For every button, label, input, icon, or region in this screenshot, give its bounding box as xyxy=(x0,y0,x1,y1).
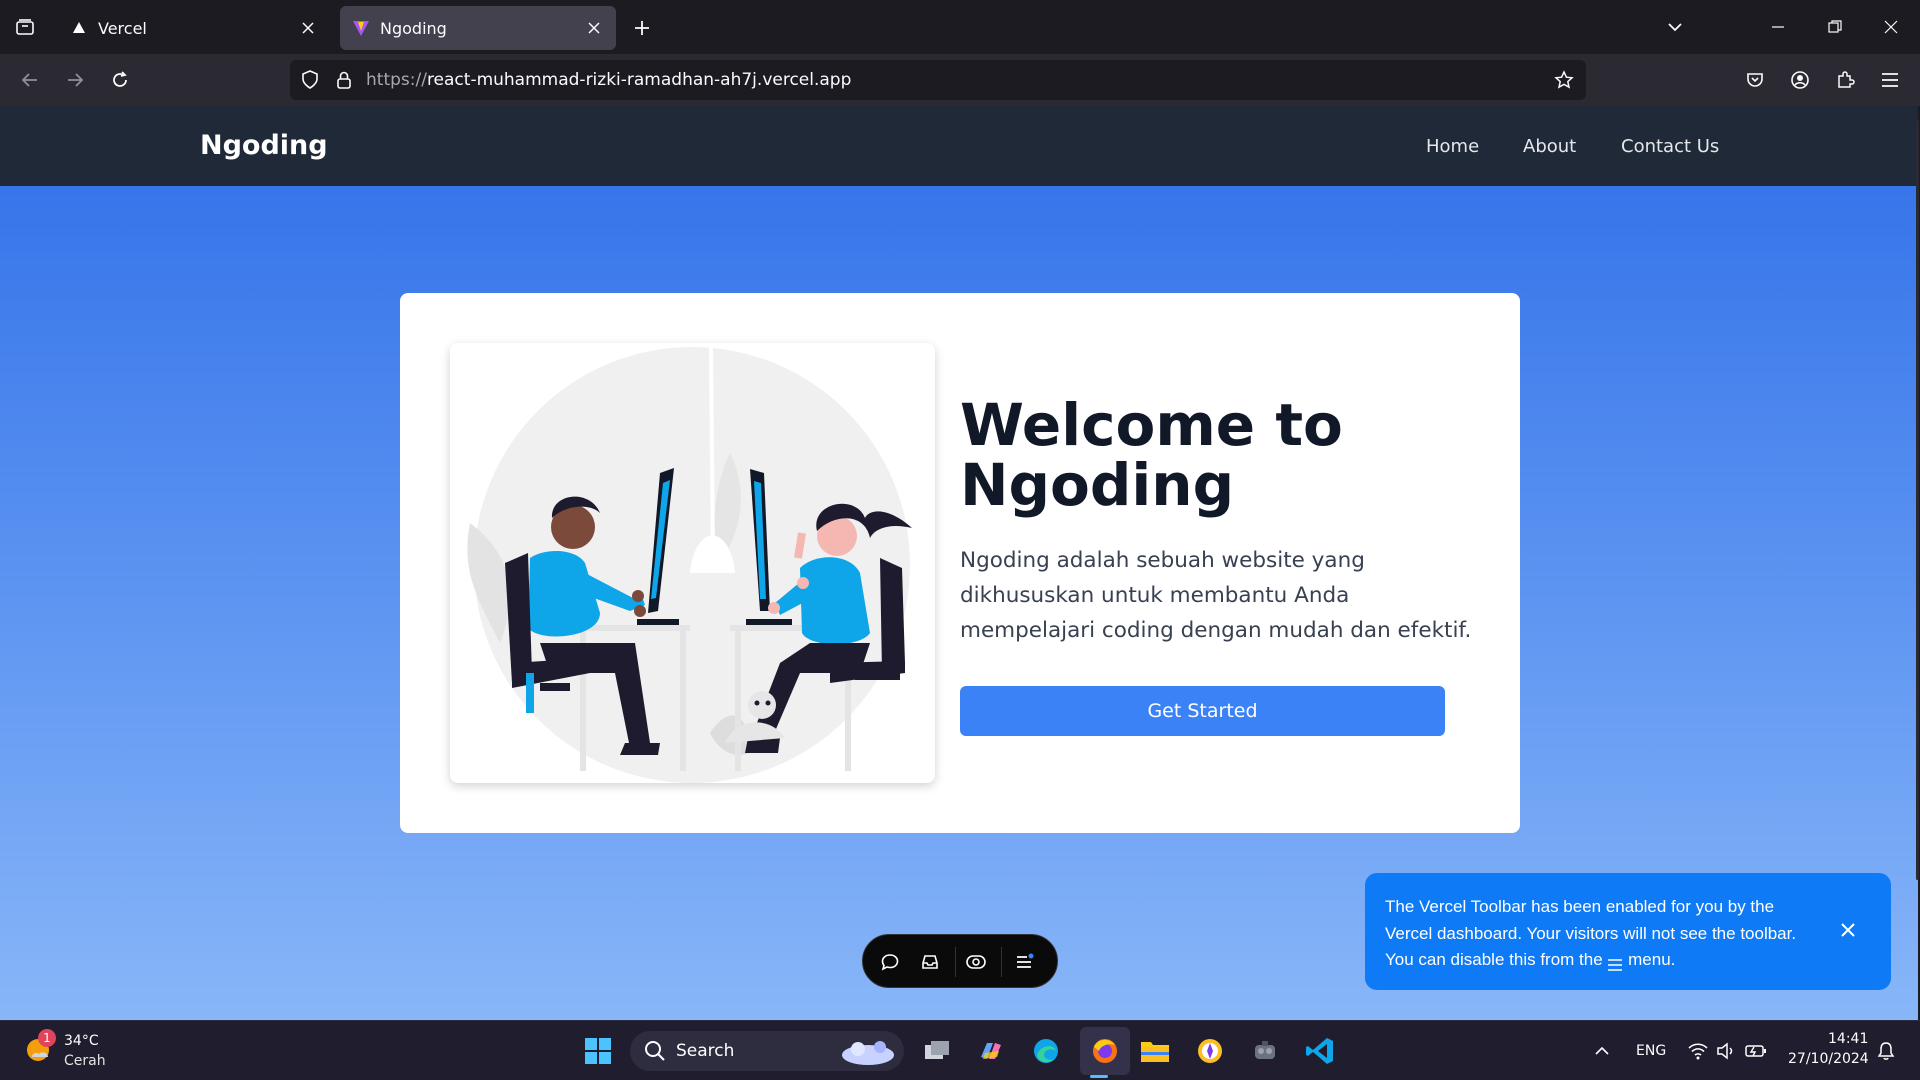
nav-link-home[interactable]: Home xyxy=(1426,136,1479,157)
clock-date[interactable]: 27/10/2024 xyxy=(1788,1051,1869,1067)
reload-icon[interactable] xyxy=(104,64,136,96)
tab-vercel[interactable]: Vercel xyxy=(58,6,330,50)
weather-condition: Cerah xyxy=(64,1053,106,1069)
vercel-toolbar-toast: The Vercel Toolbar has been enabled for … xyxy=(1365,873,1891,990)
tab-ngoding[interactable]: Ngoding xyxy=(340,6,616,50)
task-view-icon[interactable] xyxy=(917,1031,957,1071)
inbox-icon[interactable] xyxy=(915,947,945,977)
account-icon[interactable] xyxy=(1784,64,1816,96)
nav-link-contact[interactable]: Contact Us xyxy=(1621,136,1719,157)
url-text[interactable]: https://react-muhammad-rizki-ramadhan-ah… xyxy=(366,70,851,90)
firefox-active-indicator xyxy=(1090,1075,1108,1078)
shield-icon[interactable] xyxy=(298,68,322,92)
vercel-logo-icon xyxy=(70,19,88,37)
site-navbar: Ngoding Home About Contact Us xyxy=(0,106,1918,186)
close-tab-icon[interactable] xyxy=(298,18,318,38)
toast-close-icon[interactable] xyxy=(1835,917,1861,943)
back-arrow-icon[interactable] xyxy=(14,64,46,96)
vite-logo-icon xyxy=(352,19,370,37)
page-viewport: Ngoding Home About Contact Us Welcome to… xyxy=(0,106,1918,1021)
hero-card: Welcome to Ngoding Ngoding adalah sebuah… xyxy=(400,293,1520,833)
windows-start-icon[interactable] xyxy=(578,1031,618,1071)
menu-lines-icon xyxy=(1607,954,1623,971)
tor-browser-icon[interactable] xyxy=(1190,1031,1230,1071)
weather-alert-badge: 1 xyxy=(38,1029,56,1047)
browser-nav-bar: https://react-muhammad-rizki-ramadhan-ah… xyxy=(0,54,1920,106)
show-hidden-icons-chevron[interactable] xyxy=(1582,1031,1622,1071)
get-started-button[interactable]: Get Started xyxy=(960,686,1445,736)
pocket-icon[interactable] xyxy=(1739,64,1771,96)
restore-icon[interactable] xyxy=(1820,12,1850,42)
taskbar-search[interactable]: Search xyxy=(630,1031,904,1071)
comment-icon[interactable] xyxy=(875,947,905,977)
close-window-icon[interactable] xyxy=(1876,12,1906,42)
clock-time[interactable]: 14:41 xyxy=(1828,1031,1868,1047)
tab-title: Vercel xyxy=(98,18,147,38)
page-scrollbar[interactable] xyxy=(1916,120,1919,880)
firefox-icon[interactable] xyxy=(1085,1031,1125,1071)
tab-title: Ngoding xyxy=(380,18,447,38)
copilot-icon[interactable] xyxy=(971,1031,1011,1071)
weather-temperature: 34°C xyxy=(64,1033,99,1049)
close-tab-icon[interactable] xyxy=(584,18,604,38)
hamburger-menu-icon[interactable] xyxy=(1874,64,1906,96)
forward-arrow-icon[interactable] xyxy=(59,64,91,96)
minimize-icon[interactable] xyxy=(1763,12,1793,42)
notification-bell-icon[interactable] xyxy=(1866,1031,1906,1071)
hero-description: Ngoding adalah sebuah website yang dikhu… xyxy=(960,548,1472,643)
search-icon xyxy=(644,1040,666,1066)
vscode-icon[interactable] xyxy=(1300,1031,1340,1071)
game-app-icon[interactable] xyxy=(1245,1031,1285,1071)
toolbar-menu-icon[interactable] xyxy=(1009,947,1039,977)
hero-illustration xyxy=(450,343,935,783)
bookmark-star-icon[interactable] xyxy=(1552,68,1576,92)
windows-taskbar: 1 34°C Cerah Search ENG 14:41 27/10/2024 xyxy=(0,1020,1920,1080)
file-explorer-icon[interactable] xyxy=(1135,1031,1175,1071)
list-all-tabs-chevron-icon[interactable] xyxy=(1660,12,1690,42)
toast-message: The Vercel Toolbar has been enabled for … xyxy=(1385,897,1797,971)
url-bar[interactable]: https://react-muhammad-rizki-ramadhan-ah… xyxy=(290,60,1586,100)
edge-browser-icon[interactable] xyxy=(1026,1031,1066,1071)
search-highlight-icon xyxy=(836,1035,898,1071)
new-tab-plus-icon[interactable] xyxy=(628,14,656,42)
site-brand[interactable]: Ngoding xyxy=(200,130,328,161)
vercel-toolbar[interactable] xyxy=(862,934,1058,988)
toolbar-divider xyxy=(955,947,956,977)
extensions-puzzle-icon[interactable] xyxy=(1829,64,1861,96)
toolbar-divider xyxy=(1001,947,1002,977)
hero-title: Welcome to Ngoding xyxy=(960,391,1343,519)
nav-link-about[interactable]: About xyxy=(1523,136,1576,157)
tab-overview-icon[interactable] xyxy=(10,12,40,42)
browser-tab-bar: Vercel Ngoding xyxy=(0,0,1920,54)
search-label: Search xyxy=(676,1041,735,1061)
lock-icon[interactable] xyxy=(332,68,356,92)
battery-icon[interactable] xyxy=(1736,1031,1776,1071)
language-indicator[interactable]: ENG xyxy=(1636,1043,1666,1059)
preview-eye-icon[interactable] xyxy=(961,947,991,977)
